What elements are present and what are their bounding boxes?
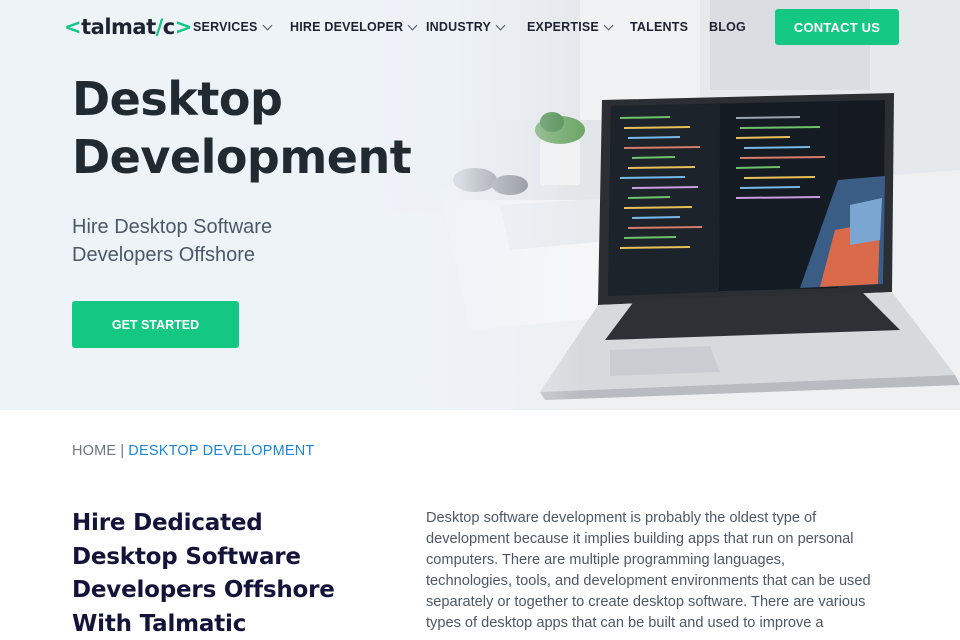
title-line-1: Desktop — [72, 72, 283, 126]
hero-fade-overlay — [360, 0, 580, 410]
body-line: types of desktop apps that can be built … — [426, 615, 824, 631]
hero-subtitle: Hire Desktop Software Developers Offshor… — [72, 213, 352, 269]
section-body-text: Desktop software development is probably… — [426, 508, 896, 634]
nav-label: EXPERTISE — [527, 20, 599, 34]
heading-line: Desktop Software — [72, 543, 301, 570]
body-line: Desktop software development is probably… — [426, 510, 817, 526]
nav-item-services[interactable]: SERVICES — [193, 20, 273, 34]
body-line: separately or together to create desktop… — [426, 594, 866, 610]
top-navigation: <talmat/c> SERVICES HIRE DEVELOPER INDUS… — [0, 0, 960, 56]
breadcrumb: HOME | DESKTOP DEVELOPMENT — [72, 443, 314, 459]
chevron-down-icon — [262, 20, 273, 30]
breadcrumb-home-link[interactable]: HOME — [72, 443, 116, 459]
logo-bracket-right: > — [174, 15, 193, 39]
body-line: development because it implies building … — [426, 531, 854, 547]
nav-label: HIRE DEVELOPER — [290, 20, 404, 34]
logo-bracket-left: < — [64, 15, 82, 39]
section-heading: Hire Dedicated Desktop Software Develope… — [72, 507, 372, 640]
logo-text: talmat — [81, 15, 156, 39]
subtitle-line-1: Hire Desktop Software — [72, 216, 273, 238]
hero-section: <talmat/c> SERVICES HIRE DEVELOPER INDUS… — [0, 0, 960, 410]
nav-item-expertise[interactable]: EXPERTISE — [527, 20, 614, 34]
body-line: technologies, tools, and development env… — [426, 573, 871, 589]
logo-c: c — [162, 15, 175, 39]
heading-line: With Talmatic — [72, 610, 247, 637]
nav-item-hire-developer[interactable]: HIRE DEVELOPER — [290, 20, 418, 34]
chevron-down-icon — [495, 20, 506, 30]
nav-label: BLOG — [709, 20, 746, 34]
breadcrumb-current[interactable]: DESKTOP DEVELOPMENT — [128, 443, 314, 459]
nav-label: TALENTS — [630, 20, 689, 34]
talmatic-logo[interactable]: <talmat/c> — [64, 15, 192, 39]
page-title: Desktop Development — [72, 70, 412, 186]
contact-us-button[interactable]: CONTACT US — [775, 9, 899, 45]
get-started-button[interactable]: GET STARTED — [72, 301, 239, 348]
chevron-down-icon — [603, 20, 614, 30]
heading-line: Developers Offshore — [72, 577, 335, 603]
nav-label: INDUSTRY — [426, 20, 492, 34]
nav-item-talents[interactable]: TALENTS — [630, 20, 688, 34]
heading-line: Hire Dedicated — [72, 510, 263, 536]
nav-item-blog[interactable]: BLOG — [709, 20, 746, 34]
chevron-down-icon — [407, 20, 418, 30]
nav-label: SERVICES — [193, 20, 258, 34]
body-line: computers. There are multiple programmin… — [426, 552, 786, 568]
logo-slash: / — [155, 15, 164, 39]
breadcrumb-separator: | — [120, 443, 125, 459]
title-line-2: Development — [72, 130, 412, 184]
nav-item-industry[interactable]: INDUSTRY — [426, 20, 506, 34]
subtitle-line-2: Developers Offshore — [72, 244, 256, 266]
